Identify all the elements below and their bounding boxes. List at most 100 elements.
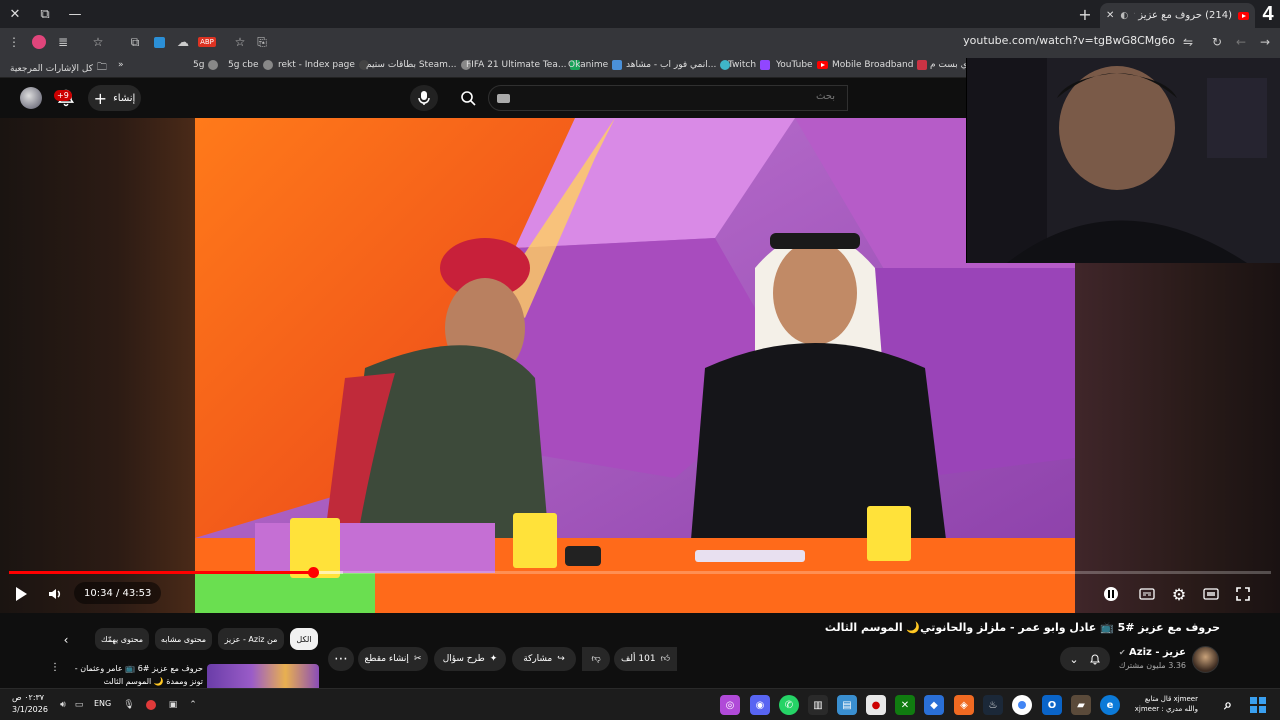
keyboard-icon[interactable] <box>497 94 510 103</box>
create-button[interactable]: + إنشاء <box>88 85 141 111</box>
autoplay-toggle-icon[interactable] <box>1099 582 1123 606</box>
video-frame[interactable] <box>195 118 1075 613</box>
address-bar[interactable]: youtube.com/watch?v=tgBwG8CMg6o <box>940 34 1175 47</box>
favorites-icon[interactable]: ☆ <box>90 34 106 50</box>
clock-date: 3/1/2026 <box>12 705 48 714</box>
system-clock[interactable]: ٠٢:٣٧ ص 3/1/2026 <box>12 692 54 716</box>
bookmark-steam[interactable]: بطاقات ستيم Steam... <box>366 60 471 70</box>
captions-icon[interactable] <box>1135 582 1159 606</box>
bookmark-rekt[interactable]: rekt - Index page <box>278 60 369 70</box>
ask-label: طرح سؤال <box>442 654 485 664</box>
tray-overflow-chevron-icon[interactable]: ⌃ <box>186 698 200 712</box>
like-button[interactable]: 👍︎ 101 ألف <box>614 647 677 671</box>
clip-button[interactable]: ✂ إنشاء مقطع <box>358 647 428 671</box>
bookmark-5g[interactable]: 5g <box>193 60 219 70</box>
bookmark-star-icon[interactable]: ☆ <box>232 34 248 50</box>
more-actions-button[interactable]: ⋯ <box>328 647 354 671</box>
file-explorer-icon[interactable]: ▰ <box>1071 695 1091 715</box>
microphone-icon[interactable]: 🎙︎ <box>122 698 136 712</box>
theater-mode-icon[interactable] <box>1199 582 1223 606</box>
bookmarks-overflow-icon[interactable]: » <box>118 60 124 70</box>
bookmark-5g-cbe[interactable]: 5g cbe <box>228 60 273 70</box>
search-taskbar-icon[interactable]: ⌕ <box>1218 695 1238 715</box>
close-window-icon[interactable]: ✕ <box>0 0 30 28</box>
whatsapp-icon[interactable]: ✆ <box>779 695 799 715</box>
mute-tab-icon[interactable]: ◐ <box>1120 11 1128 21</box>
ask-button[interactable]: ✦ طرح سؤال <box>434 647 506 671</box>
bookmark-label: Twitch <box>728 60 757 70</box>
reload-icon[interactable]: ↻ <box>1209 34 1225 50</box>
browser-tabstrip: ✕ ⧉ — + (214) حروف مع عزيز #5 ◐ ✕ 4 <box>0 0 1280 28</box>
voice-search-icon[interactable] <box>410 85 438 111</box>
close-tab-icon[interactable]: ✕ <box>1106 10 1114 21</box>
fullscreen-icon[interactable] <box>1231 582 1255 606</box>
recording-icon[interactable] <box>144 698 158 712</box>
language-indicator[interactable]: ENG <box>94 699 111 708</box>
account-avatar[interactable] <box>20 87 42 109</box>
restore-window-icon[interactable]: ⧉ <box>30 0 60 28</box>
channel-avatar[interactable] <box>1192 646 1219 673</box>
bookmark-mobile-broadband[interactable]: Mobile Broadband <box>832 60 928 70</box>
app-icon-orange[interactable]: ◈ <box>954 695 974 715</box>
search-input[interactable] <box>635 91 835 102</box>
share-button[interactable]: ↪ مشاركة <box>512 647 576 671</box>
menu-dots-icon[interactable]: ⋮ <box>6 34 22 50</box>
profile-icon[interactable] <box>31 34 47 50</box>
obs-icon[interactable]: ● <box>866 695 886 715</box>
discord-icon[interactable]: ◉ <box>750 695 770 715</box>
extensions-icon[interactable]: ⧉ <box>127 34 143 50</box>
chevron-left-icon[interactable]: ‹ <box>58 632 74 648</box>
bookmark-youtube[interactable]: YouTube <box>776 60 828 70</box>
new-tab-icon[interactable]: + <box>1070 0 1100 28</box>
recommended-menu-icon[interactable]: ⋮ <box>50 662 60 676</box>
chrome-icon[interactable] <box>1012 695 1032 715</box>
app-icon-purple[interactable]: ◎ <box>720 695 740 715</box>
chip-all[interactable]: الكل <box>290 628 318 650</box>
app-icon-dark[interactable]: ▥ <box>808 695 828 715</box>
settings-gear-icon[interactable]: ⚙ <box>1167 582 1191 606</box>
bookmark-fifa[interactable]: FIFA 21 Ultimate Tea... <box>466 60 581 70</box>
xbox-icon[interactable]: ✕ <box>895 695 915 715</box>
search-box[interactable] <box>488 85 848 111</box>
search-button[interactable] <box>450 86 486 110</box>
chip-related[interactable]: محتوى مشابه <box>155 628 212 650</box>
bookmark-anime4up[interactable]: انمي فور اب - مشاهد... <box>626 60 731 70</box>
chip-interest[interactable]: محتوى يهمّك <box>95 628 149 650</box>
browser-tab-youtube[interactable]: (214) حروف مع عزيز #5 ◐ ✕ <box>1100 3 1255 28</box>
sparkle-icon: ✦ <box>489 654 498 664</box>
steam-icon[interactable]: ♨ <box>983 695 1003 715</box>
recommended-title[interactable]: حروف مع عزيز #6 📺 عامر وعثمان - تونز ومم… <box>70 662 203 688</box>
subscriber-count: 3.36 مليون مشترك <box>1118 661 1186 670</box>
bookmark-twitch[interactable]: Twitch <box>728 60 771 70</box>
app-icon-blue[interactable]: ◆ <box>924 695 944 715</box>
tab-actions-icon[interactable]: ⎘ <box>254 34 270 50</box>
bookmark-okanime[interactable]: Okanime <box>568 60 623 70</box>
tab-count-label: 4 <box>1262 2 1274 25</box>
play-icon[interactable] <box>9 582 33 606</box>
screenshot-tool-icon[interactable]: ▤ <box>837 695 857 715</box>
minimize-window-icon[interactable]: — <box>60 0 90 28</box>
progress-bar[interactable] <box>9 567 1271 578</box>
speaker-icon[interactable]: 🔊︎ <box>56 698 70 712</box>
bookmark-label: YouTube <box>776 60 813 70</box>
extension-cloud-icon[interactable]: ☁ <box>175 34 191 50</box>
reading-list-icon[interactable]: ≣ <box>55 34 71 50</box>
site-settings-icon[interactable]: ⇋ <box>1180 34 1196 50</box>
subscription-bell-button[interactable]: ⌄ <box>1060 647 1110 671</box>
extension-blue-icon[interactable] <box>151 34 167 50</box>
network-icon[interactable]: ▭ <box>72 698 86 712</box>
windows-start-icon[interactable] <box>1248 695 1268 715</box>
tray-app-icon[interactable]: ▣ <box>166 698 180 712</box>
outlook-icon[interactable]: O <box>1042 695 1062 715</box>
adblock-icon[interactable]: ABP <box>198 34 216 50</box>
chip-from-channel[interactable]: من Aziz - عزيز <box>218 628 284 650</box>
channel-name[interactable]: عزيز - Aziz ✔ <box>1100 647 1186 658</box>
channel-name-text: عزيز - Aziz <box>1129 647 1186 658</box>
volume-icon[interactable] <box>43 582 67 606</box>
youtube-favicon-icon <box>1238 11 1249 20</box>
webcam-feed <box>967 58 1280 263</box>
dislike-button[interactable]: 👎︎ <box>582 647 610 671</box>
forward-icon[interactable]: ← <box>1233 34 1249 50</box>
back-icon[interactable]: → <box>1257 34 1273 50</box>
bookmark-all-folder[interactable]: كل الإشارات المرجعية 🗀 <box>10 60 107 77</box>
